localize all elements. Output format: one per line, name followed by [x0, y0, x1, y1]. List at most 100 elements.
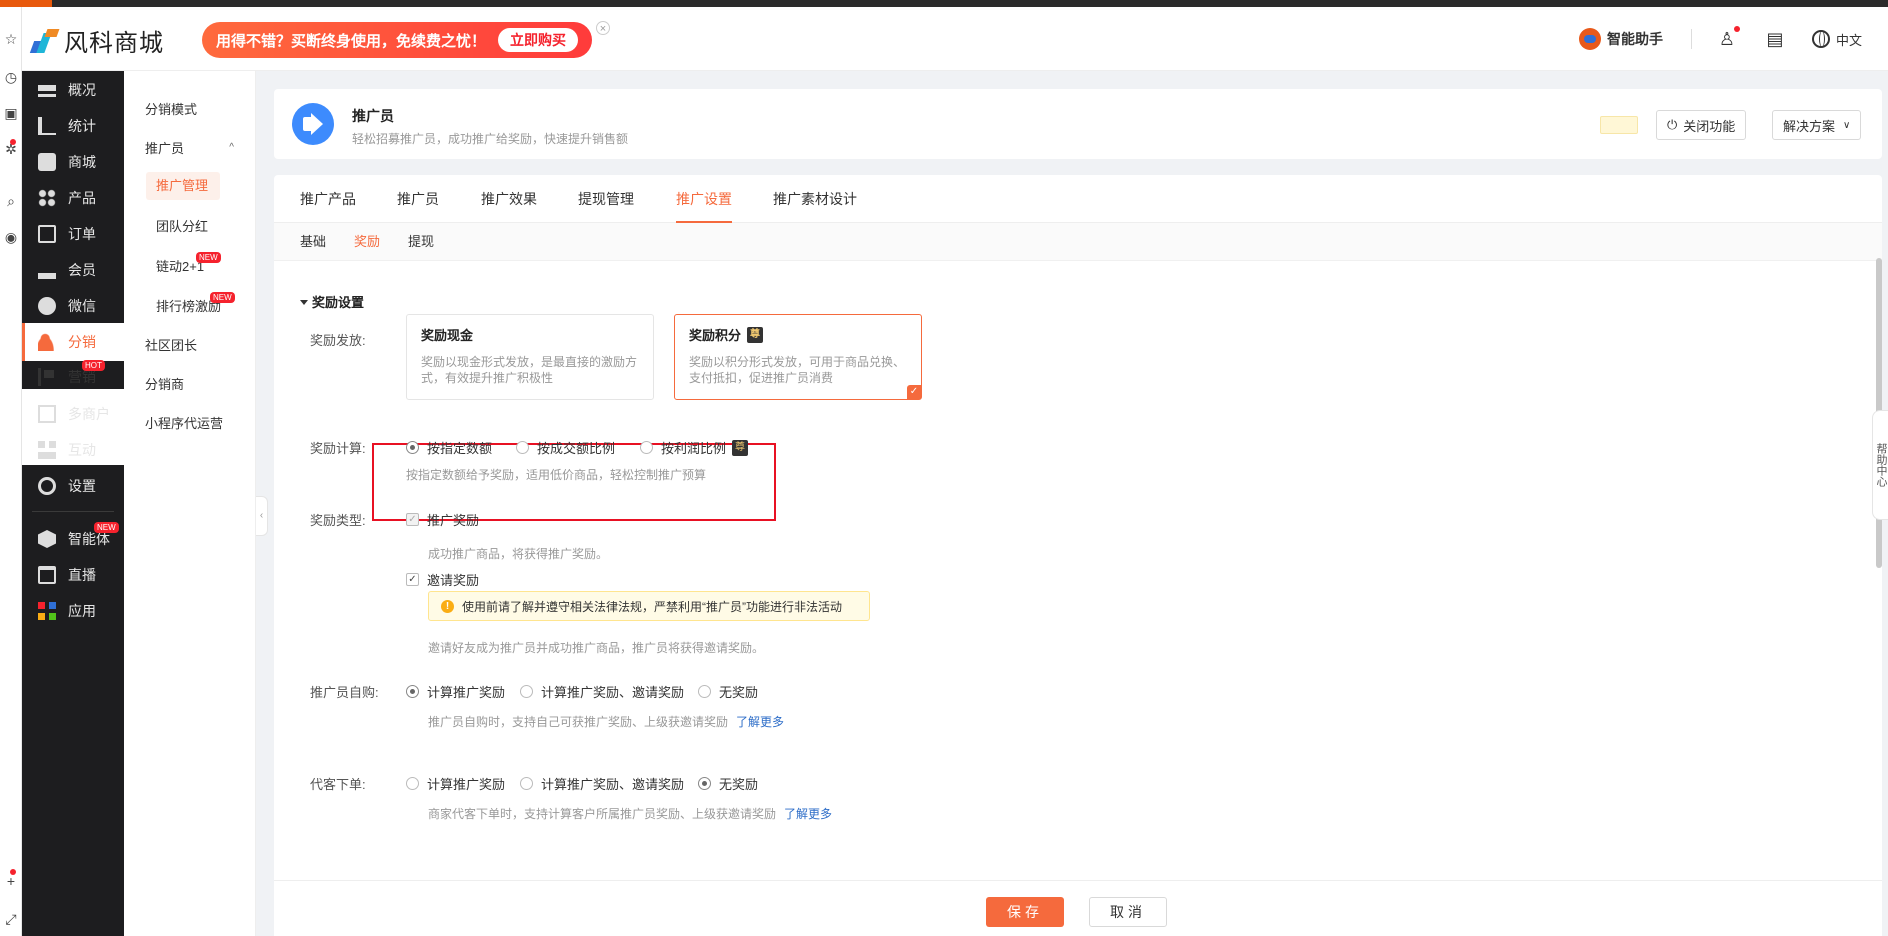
nav-item-settings[interactable]: 设置 [22, 467, 124, 505]
clipboard-icon [38, 225, 56, 243]
subnav-distributor[interactable]: 分销商 [124, 368, 256, 398]
language-label: 中文 [1835, 32, 1862, 48]
premium-badge: 尊 [732, 439, 749, 456]
nav-item-members[interactable]: 会员 [22, 251, 124, 289]
search-icon[interactable]: ⌕ [3, 193, 19, 209]
sidebar-collapse-handle[interactable]: ‹ [256, 496, 268, 536]
promotion-reward-checkbox[interactable]: ✓ 推广奖励 [406, 510, 479, 529]
nav-item-marketing[interactable]: 营销 HOT [22, 358, 124, 396]
nav-item-label: 商城 [68, 154, 96, 170]
invite-reward-checkbox[interactable]: ✓ 邀请奖励 [406, 570, 479, 589]
radio-icon [516, 441, 529, 454]
nav-item-label: 互动 [68, 442, 96, 458]
nav-item-label: 微信 [68, 298, 96, 314]
camera-icon[interactable]: ◉ [3, 229, 19, 245]
help-center-tab[interactable]: 帮助中心 [1872, 410, 1888, 520]
tab-promotion-effect[interactable]: 推广效果 [481, 175, 537, 223]
subtab-reward[interactable]: 奖励 [354, 223, 380, 261]
notification-dot [1733, 26, 1740, 32]
add-icon[interactable]: + [3, 873, 19, 889]
calc-sales-ratio-radio[interactable]: 按成交额比例 [516, 438, 615, 457]
self-calc-promo-invite-radio[interactable]: 计算推广奖励、邀请奖励 [520, 682, 684, 701]
header-divider [1690, 29, 1692, 49]
nav-item-wechat[interactable]: 微信 [22, 287, 124, 325]
nav-item-statistics[interactable]: 统计 [22, 107, 124, 145]
nav-item-live[interactable]: 直播 [22, 556, 124, 594]
promotion-reward-hint: 成功推广商品，将获得推广奖励。 [428, 547, 609, 561]
secondary-sidebar: 分销模式 推广员 ^ 推广管理 团队分红 链动2+1 NEW 排行榜激励 NEW 社区… [124, 71, 256, 936]
checkbox-checked-icon: ✓ [406, 573, 419, 586]
section-title[interactable]: 奖励设置 [300, 292, 364, 311]
globe-icon [1811, 30, 1830, 48]
subnav-community-leader[interactable]: 社区团长 [124, 329, 256, 359]
subnav-promotion-management[interactable]: 推广管理 [124, 171, 256, 201]
nav-item-multi-merchant[interactable]: 多商户 [22, 395, 124, 433]
save-button[interactable]: 保存 [986, 897, 1064, 927]
subnav-distribution-mode[interactable]: 分销模式 [124, 93, 256, 123]
nav-item-apps[interactable]: 应用 [22, 592, 124, 630]
new-badge: NEW [196, 252, 221, 263]
proxy-no-reward-radio[interactable]: 无奖励 [698, 774, 758, 793]
reward-points-title: 奖励积分 [689, 328, 742, 343]
tab-promotion-products[interactable]: 推广产品 [300, 175, 356, 223]
history-icon[interactable]: ◷ [3, 69, 19, 85]
reward-points-card[interactable]: 奖励积分尊 奖励以积分形式发放，可用于商品兑换、支付抵扣，促进推广员消费 ✓ [674, 314, 922, 400]
close-feature-button[interactable]: ⏻ 关闭功能 [1656, 110, 1747, 140]
reward-cash-desc: 奖励以现金形式发放，是最直接的激励方式，有效提升推广积极性 [421, 355, 638, 385]
subnav-team-dividend[interactable]: 团队分红 [124, 210, 256, 240]
nav-item-agent[interactable]: 智能体 NEW [22, 520, 124, 558]
app-title: 推广员 [352, 108, 394, 124]
subtab-basic[interactable]: 基础 [300, 223, 326, 261]
calc-fixed-amount-radio[interactable]: 按指定数额 [406, 438, 492, 457]
nav-item-mall[interactable]: 商城 [22, 143, 124, 181]
self-no-reward-radio[interactable]: 无奖励 [698, 682, 758, 701]
learn-more-link[interactable]: 了解更多 [784, 807, 832, 821]
language-switcher[interactable]: 中文 [1811, 30, 1862, 49]
nav-item-distribution[interactable]: 分销 [22, 323, 124, 361]
app-grid-icon [38, 602, 56, 620]
solution-dropdown[interactable]: 解决方案 ∨ [1772, 110, 1862, 140]
ai-assistant-button[interactable]: 智能助手 [1578, 28, 1663, 50]
self-calc-promo-radio[interactable]: 计算推广奖励 [406, 682, 505, 701]
reward-cash-card[interactable]: 奖励现金 奖励以现金形式发放，是最直接的激励方式，有效提升推广积极性 [406, 314, 654, 400]
radio-checked-icon [698, 777, 711, 790]
star-icon[interactable]: ☆ [3, 31, 19, 47]
nav-item-orders[interactable]: 订单 [22, 215, 124, 253]
checkbox-checked-icon: ✓ [406, 513, 419, 526]
nav-item-interaction[interactable]: 互动 [22, 431, 124, 469]
user-icon[interactable]: ♙ [1716, 26, 1740, 50]
promo-text: 用得不错？买断终身使用，免续费之忧！ [216, 32, 487, 50]
subnav-ranking-incentive[interactable]: 排行榜激励 NEW [124, 290, 256, 320]
nav-item-product[interactable]: 产品 [22, 179, 124, 217]
tab-material-design[interactable]: 推广素材设计 [773, 175, 857, 223]
proxy-calc-promo-invite-radio[interactable]: 计算推广奖励、邀请奖励 [520, 774, 684, 793]
tab-promotion-settings[interactable]: 推广设置 [676, 175, 732, 223]
buy-now-button[interactable]: 立即购买 [498, 28, 578, 52]
brand-logo[interactable]: 风科商城 [29, 25, 164, 57]
learn-more-link[interactable]: 了解更多 [736, 715, 784, 729]
subnav-promoter-group[interactable]: 推广员 ^ [124, 132, 256, 162]
promo-close-icon[interactable]: × [596, 21, 610, 35]
selected-check-icon: ✓ [907, 385, 921, 399]
new-badge: NEW [210, 292, 235, 303]
cancel-button[interactable]: 取消 [1089, 897, 1167, 927]
subnav-label: 社区团长 [145, 337, 198, 353]
nav-item-overview[interactable]: 概况 [22, 71, 124, 109]
tab-withdrawal-management[interactable]: 提现管理 [578, 175, 634, 223]
expand-icon[interactable]: ⤢ [3, 911, 19, 927]
premium-badge: 尊 [747, 326, 764, 343]
proxy-hint-text: 商家代客下单时，支持计算客户所属推广员奖励、上级获邀请奖励 [428, 807, 777, 821]
radio-label: 计算推广奖励、邀请奖励 [541, 685, 685, 700]
proxy-calc-promo-radio[interactable]: 计算推广奖励 [406, 774, 505, 793]
subtab-withdraw[interactable]: 提现 [408, 223, 434, 261]
collection-icon[interactable]: ▣ [3, 105, 19, 121]
promo-banner[interactable]: 用得不错？买断终身使用，免续费之忧！ 立即购买 [202, 22, 592, 58]
subnav-label: 团队分红 [156, 218, 209, 234]
subnav-miniprogram-operation[interactable]: 小程序代运营 [124, 407, 256, 437]
warning-text: 使用前请了解并遵守相关法律法规，严禁利用“推广员”功能进行非法活动 [462, 599, 842, 614]
subnav-chain-2plus1[interactable]: 链动2+1 NEW [124, 250, 256, 280]
calc-profit-ratio-radio[interactable]: 按利润比例尊 [640, 438, 749, 457]
store-icon[interactable]: ▤ [1764, 28, 1786, 50]
tab-promoters[interactable]: 推广员 [397, 175, 439, 223]
radio-icon [698, 685, 711, 698]
